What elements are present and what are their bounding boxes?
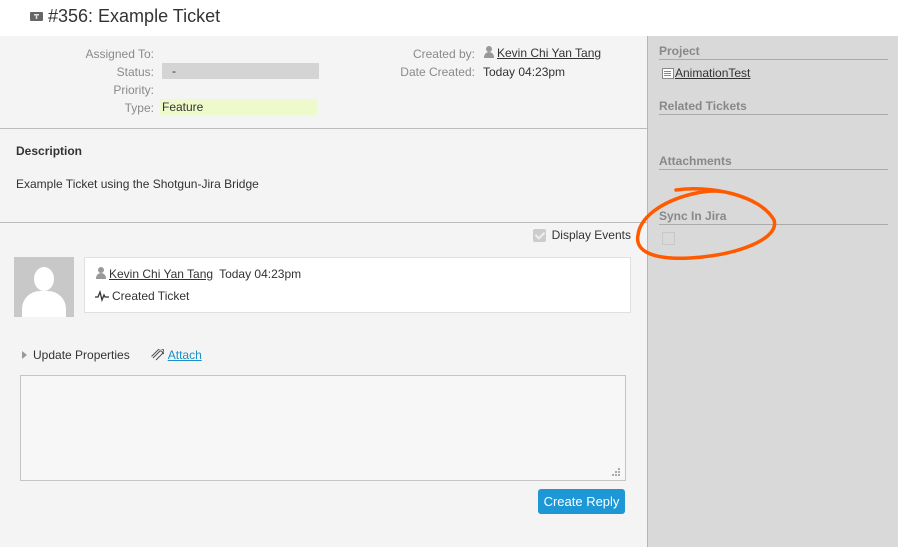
sidebar: Project AnimationTest Related Tickets At… bbox=[647, 36, 898, 547]
activity-event: Kevin Chi Yan Tang Today 04:23pm Created … bbox=[84, 257, 631, 313]
ticket-icon bbox=[30, 12, 43, 21]
ticket-properties: Assigned To: Status: - Priority: Type: F… bbox=[0, 36, 647, 129]
create-reply-button[interactable]: Create Reply bbox=[538, 489, 625, 514]
created-by-user-link[interactable]: Kevin Chi Yan Tang bbox=[497, 46, 601, 60]
event-time: Today 04:23pm bbox=[219, 267, 302, 281]
attachments-heading: Attachments bbox=[659, 154, 888, 170]
created-by-value: Kevin Chi Yan Tang bbox=[483, 46, 601, 60]
attach-link[interactable]: Attach bbox=[168, 348, 202, 362]
status-label: Status: bbox=[116, 65, 154, 79]
paperclip-icon bbox=[150, 349, 164, 361]
type-label: Type: bbox=[124, 101, 154, 115]
user-icon bbox=[483, 46, 495, 58]
project-item: AnimationTest bbox=[662, 66, 750, 80]
display-events-toggle[interactable]: Display Events bbox=[532, 228, 631, 242]
display-events-label: Display Events bbox=[551, 228, 631, 242]
description-section: Description Example Ticket using the Sho… bbox=[0, 129, 647, 223]
resize-grip-icon[interactable] bbox=[612, 468, 621, 477]
assigned-to-field[interactable] bbox=[162, 47, 319, 63]
event-action-text: Created Ticket bbox=[112, 289, 190, 303]
sync-in-jira-heading: Sync In Jira bbox=[659, 209, 888, 225]
event-user-link[interactable]: Kevin Chi Yan Tang bbox=[109, 267, 213, 281]
assigned-to-label: Assigned To: bbox=[85, 47, 155, 61]
avatar-body bbox=[22, 291, 66, 317]
page-title: #356: Example Ticket bbox=[48, 6, 221, 26]
priority-field[interactable] bbox=[162, 83, 319, 99]
main-panel: Assigned To: Status: - Priority: Type: F… bbox=[0, 36, 647, 547]
avatar-head bbox=[34, 267, 54, 291]
reply-textarea[interactable] bbox=[20, 375, 626, 481]
project-heading: Project bbox=[659, 44, 888, 60]
project-icon bbox=[662, 67, 674, 79]
status-field[interactable]: - bbox=[162, 63, 319, 79]
event-action: Created Ticket bbox=[95, 289, 189, 303]
type-field[interactable]: Feature bbox=[160, 99, 317, 115]
date-created-label: Date Created: bbox=[400, 65, 475, 79]
page-header: #356: Example Ticket bbox=[0, 0, 898, 36]
description-text: Example Ticket using the Shotgun-Jira Br… bbox=[16, 177, 259, 191]
related-tickets-heading: Related Tickets bbox=[659, 99, 888, 115]
activity-icon bbox=[95, 290, 109, 302]
project-link[interactable]: AnimationTest bbox=[675, 66, 750, 80]
update-properties-toggle[interactable]: Update Properties bbox=[33, 348, 130, 362]
user-icon bbox=[95, 267, 107, 279]
reply-actions: Update Properties Attach bbox=[22, 348, 202, 362]
priority-label: Priority: bbox=[113, 83, 154, 97]
sync-in-jira-checkbox[interactable] bbox=[662, 232, 675, 245]
display-events-checkbox[interactable] bbox=[532, 228, 546, 242]
event-header: Kevin Chi Yan Tang Today 04:23pm bbox=[95, 267, 301, 281]
triangle-right-icon bbox=[22, 351, 27, 359]
description-title: Description bbox=[16, 144, 83, 158]
date-created-value: Today 04:23pm bbox=[483, 65, 566, 79]
created-by-label: Created by: bbox=[412, 47, 475, 61]
avatar bbox=[14, 257, 74, 317]
